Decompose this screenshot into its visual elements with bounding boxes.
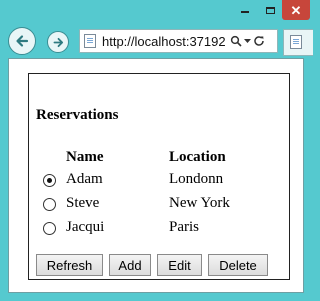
title-bar: ✕ <box>0 0 312 24</box>
reservations-panel: Reservations Name Location Adam Londonn … <box>28 73 290 280</box>
table-row[interactable]: Steve New York <box>29 193 289 217</box>
page-title: Reservations <box>36 107 119 123</box>
back-button[interactable] <box>8 27 36 55</box>
browser-tab[interactable] <box>283 29 313 56</box>
row-radio[interactable] <box>43 222 56 235</box>
maximize-icon <box>265 6 275 14</box>
minimize-icon <box>241 11 249 13</box>
dropdown-icon[interactable] <box>244 38 251 44</box>
address-bar[interactable]: http://localhost:37192 <box>79 29 278 53</box>
address-bar-actions <box>230 32 265 50</box>
delete-button[interactable]: Delete <box>208 254 268 276</box>
column-header-name: Name <box>66 149 104 165</box>
page-icon <box>84 34 96 48</box>
forward-button[interactable] <box>47 31 69 53</box>
column-header-location: Location <box>169 149 226 165</box>
close-button[interactable]: ✕ <box>282 0 310 20</box>
minimize-button[interactable] <box>232 0 258 20</box>
row-name: Jacqui <box>66 219 105 235</box>
close-icon: ✕ <box>290 2 302 18</box>
forward-arrow-icon <box>53 37 63 47</box>
add-button[interactable]: Add <box>109 254 151 276</box>
maximize-button[interactable] <box>258 0 282 20</box>
navigation-bar: http://localhost:37192 <box>0 25 313 57</box>
back-arrow-icon <box>16 35 29 47</box>
refresh-button[interactable]: Refresh <box>36 254 103 276</box>
url-text[interactable]: http://localhost:37192 <box>102 33 230 50</box>
row-radio[interactable] <box>43 198 56 211</box>
edit-button[interactable]: Edit <box>157 254 202 276</box>
tab-page-icon <box>290 35 302 49</box>
row-radio-selected[interactable] <box>43 174 56 187</box>
row-name: Steve <box>66 195 100 211</box>
row-location: Paris <box>169 219 199 235</box>
row-location: New York <box>169 195 230 211</box>
table-row[interactable]: Jacqui Paris <box>29 217 289 241</box>
search-icon[interactable] <box>230 35 242 47</box>
refresh-icon[interactable] <box>253 35 265 47</box>
page-viewport: Reservations Name Location Adam Londonn … <box>8 58 304 293</box>
row-name: Adam <box>66 171 103 187</box>
row-location: Londonn <box>169 171 224 187</box>
table-row[interactable]: Adam Londonn <box>29 169 289 193</box>
